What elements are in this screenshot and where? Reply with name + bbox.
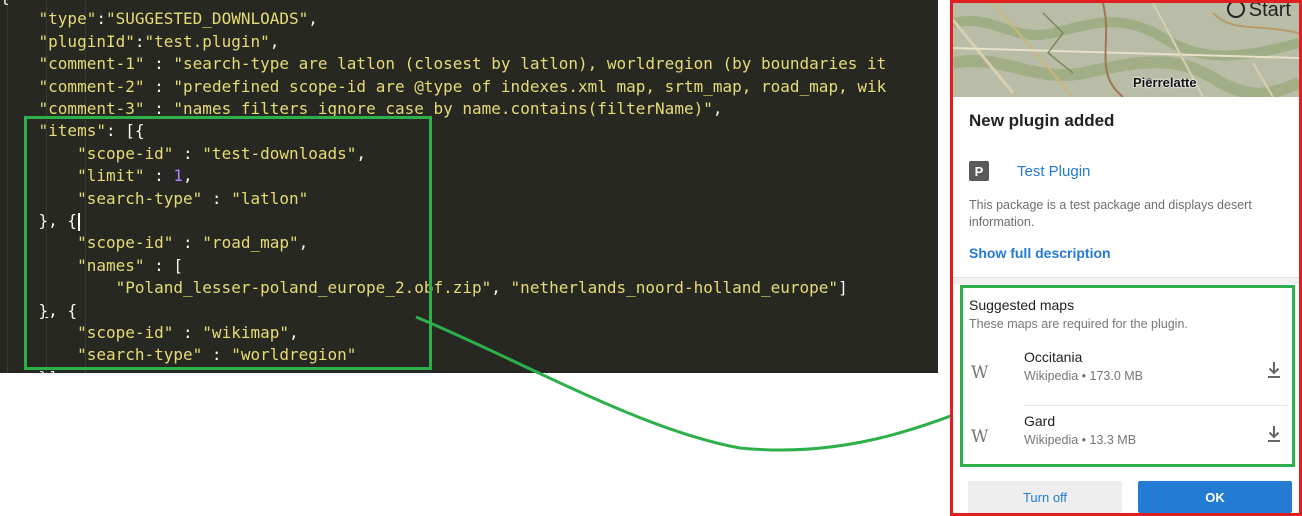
code-token: "SUGGESTED_DOWNLOADS" xyxy=(105,9,309,29)
code-token: , xyxy=(712,99,723,118)
plugin-row[interactable]: P Test Plugin xyxy=(969,161,1090,181)
code-line: "comment-1" : "search-type are latlon (c… xyxy=(0,53,887,75)
show-full-description-link[interactable]: Show full description xyxy=(969,245,1111,261)
code-token: : xyxy=(96,9,106,29)
section-divider xyxy=(953,277,1299,284)
code-highlight-box xyxy=(24,116,432,370)
code-token: "pluginId" xyxy=(38,31,135,51)
code-token: "search-type are latlon (closest by latl… xyxy=(173,54,887,74)
code-token: : xyxy=(144,54,174,74)
code-token: "predefined scope-id are @type of indexe… xyxy=(173,76,887,96)
code-line: "type":"SUGGESTED_DOWNLOADS", xyxy=(0,8,318,30)
suggested-maps-highlight-box xyxy=(960,285,1295,467)
code-token: , xyxy=(491,278,511,298)
start-icon xyxy=(1226,3,1245,18)
plugin-description: This package is a test package and displ… xyxy=(969,198,1252,229)
code-token: : xyxy=(134,31,145,51)
plugin-name[interactable]: Test Plugin xyxy=(1017,163,1090,180)
code-token: : xyxy=(144,76,174,96)
code-token: ] xyxy=(838,278,848,298)
code-token: "comment-2" xyxy=(38,76,145,96)
code-token: , xyxy=(269,31,280,51)
map-view[interactable]: Start Pierrelatte xyxy=(953,3,1299,97)
code-token: "test.plugin" xyxy=(144,31,270,51)
code-token: , xyxy=(308,9,318,29)
ok-button[interactable]: OK xyxy=(1138,481,1292,513)
plugin-icon: P xyxy=(969,161,989,181)
start-label: Start xyxy=(1248,3,1291,21)
code-token: "type" xyxy=(38,9,97,29)
code-token: "netherlands_noord-holland_europe" xyxy=(510,278,839,298)
code-token: "comment-1" xyxy=(38,54,145,74)
code-line: "comment-2" : "predefined scope-id are @… xyxy=(0,76,887,98)
code-line: { xyxy=(0,0,10,8)
map-city-label: Pierrelatte xyxy=(1133,75,1197,90)
code-token: { xyxy=(0,0,10,6)
start-button[interactable]: Start xyxy=(1226,3,1291,22)
turn-off-button[interactable]: Turn off xyxy=(968,481,1122,513)
code-line: "pluginId":"test.plugin", xyxy=(0,31,280,53)
sheet-title: New plugin added xyxy=(969,111,1115,130)
